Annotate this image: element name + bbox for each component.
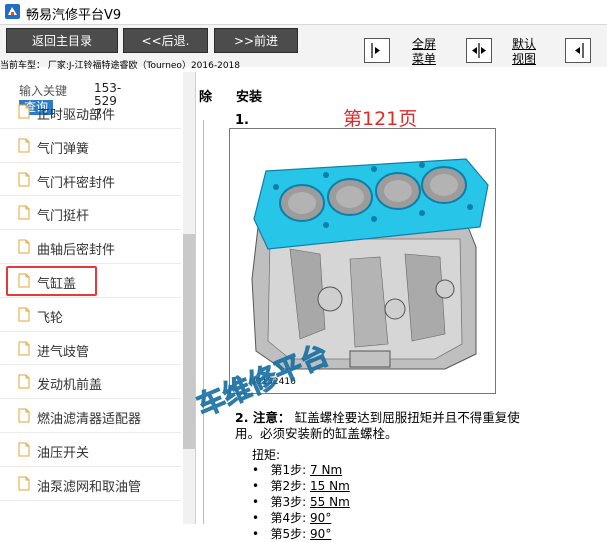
split-arrows-icon (472, 43, 486, 58)
forward-button[interactable]: >>前进 (214, 28, 298, 53)
document-icon (18, 172, 30, 187)
list-item-label: 油压开关 (37, 445, 90, 461)
collapse-left-button[interactable] (364, 38, 390, 63)
list-item[interactable]: 正时驱动部件 (0, 95, 181, 129)
document-icon (18, 374, 30, 389)
title-bar: 畅易汽修平台V9 (0, 0, 607, 25)
list-item[interactable]: 燃油滤清器适配器 (0, 399, 181, 433)
page-number-badge: 第121页 (343, 108, 418, 130)
document-icon (18, 138, 30, 153)
list-item-label: 飞轮 (37, 310, 64, 326)
document-icon (18, 341, 30, 356)
list-item-label: 燃油滤清器适配器 (37, 412, 142, 428)
window-title: 畅易汽修平台V9 (26, 8, 122, 23)
document-icon (18, 205, 30, 220)
collapse-right-button[interactable] (565, 38, 591, 63)
list-item-label: 油泵滤网和取油管 (37, 479, 142, 495)
default-view-link[interactable]: 默认 视图 (510, 37, 538, 67)
list-item-label: 气门弹簧 (37, 141, 90, 157)
list-item-label: 发动机前盖 (37, 378, 103, 394)
list-item-label: 正时驱动部件 (37, 108, 116, 123)
install-heading: 安装 (236, 90, 263, 105)
torque-step-row: • 第3步: 55 Nm (252, 495, 350, 509)
arrow-right-icon (371, 43, 380, 58)
list-item[interactable]: 气门挺杆 (0, 196, 181, 231)
list-item[interactable]: 气门弹簧 (0, 129, 181, 163)
back-button[interactable]: <<后退. (123, 28, 208, 53)
page-margin-line (203, 120, 204, 524)
list-item[interactable]: 气门杆密封件 (0, 163, 181, 197)
torque-step-row: • 第2步: 15 Nm (252, 479, 350, 493)
list-item[interactable]: 进气歧管 (0, 332, 181, 366)
current-vehicle-label: 当前车型： 厂家:J-江铃福特途睿欧（Tourneo）2016-2018 (0, 61, 240, 71)
list-item-label: 气门杆密封件 (37, 175, 116, 191)
list-item-label: 进气歧管 (37, 344, 90, 360)
fullscreen-menu-link[interactable]: 全屏 菜单 (410, 37, 438, 67)
document-icon (18, 408, 30, 423)
list-item[interactable]: 飞轮 (0, 298, 181, 332)
back-main-button[interactable]: 返回主目录 (6, 28, 118, 53)
scrollbar-thumb[interactable] (183, 234, 195, 449)
step-1-number: 1. (235, 113, 249, 128)
list-item[interactable]: 气缸盖 (0, 264, 181, 298)
document-icon (18, 442, 30, 457)
document-icon (18, 104, 30, 119)
torque-title: 扭矩: (252, 448, 281, 462)
sidebar: 输入关键 153-5297 查询 正时驱动部件 气门弹簧 气门杆密封件 气门挺杆 曲轴后… (0, 72, 196, 524)
removal-heading: 除 (199, 90, 213, 105)
document-icon (18, 307, 30, 322)
arrow-left-icon (575, 43, 584, 58)
list-item-label: 气门挺杆 (37, 209, 90, 225)
torque-step-row: • 第5步: 90° (252, 527, 332, 541)
app-logo-icon (5, 4, 20, 19)
split-view-button[interactable] (466, 38, 492, 63)
document-icon (18, 476, 30, 491)
list-item-label: 气缸盖 (37, 276, 77, 292)
torque-step-row: • 第1步: 7 Nm (252, 463, 343, 477)
component-list: 正时驱动部件 气门弹簧气门杆密封件 气门挺杆曲轴后密封件 气缸盖飞轮进气歧管发动机前盖… (0, 95, 181, 501)
list-item-label: 曲轴后密封件 (37, 243, 116, 259)
list-item[interactable]: 曲轴后密封件 (0, 230, 181, 264)
document-icon (18, 273, 30, 288)
document-icon (18, 239, 30, 254)
torque-steps: • 第1步: 7 Nm • 第2步: 15 Nm • 第3步: 55 Nm • 第4步… (252, 462, 350, 542)
list-item[interactable]: 油压开关 (0, 433, 181, 467)
list-item[interactable]: 油泵滤网和取油管 (0, 467, 181, 501)
step-2-text: 2. 注意： 缸盖螺栓要达到屈服扭矩并且不得重复使用。必须安装新的缸盖螺栓。 (235, 410, 520, 441)
list-item[interactable]: 发动机前盖 (0, 365, 181, 400)
